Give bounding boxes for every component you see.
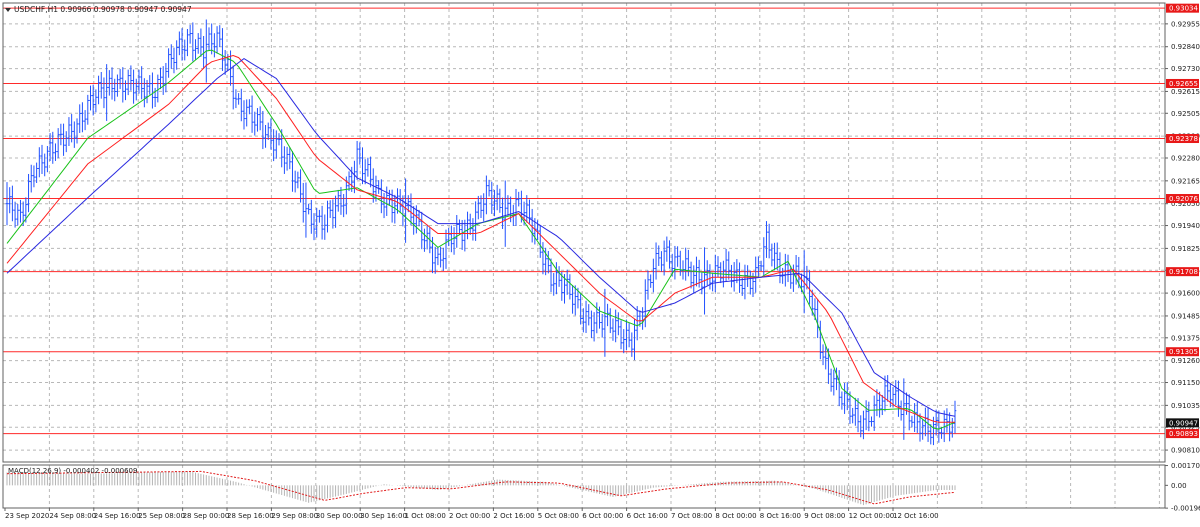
x-tick-label: 29 Sep 08:00 — [271, 512, 318, 520]
level-label: 0.91305 — [1169, 348, 1198, 356]
macd-title: MACD(12,26,9) -0.000402 -0.000609 — [8, 467, 137, 475]
x-tick-label: 30 Sep 00:00 — [316, 512, 363, 520]
y-tick-label: 0.91940 — [1171, 222, 1200, 230]
price-chart[interactable]: 23 Sep 2020 24 Sep 08:0024 Sep 16:0025 Se… — [0, 0, 1200, 523]
y-tick-label: 0.91375 — [1171, 334, 1200, 342]
x-tick-label: 28 Sep 00:00 — [183, 512, 230, 520]
x-tick-label: 23 Sep 2020 — [5, 512, 49, 520]
y-tick-label: 0.90810 — [1171, 447, 1200, 455]
y-tick-label: 0.92165 — [1171, 177, 1200, 185]
macd-y-tick-label: 0.001704 — [1171, 462, 1200, 470]
level-label: 0.92655 — [1169, 80, 1198, 88]
symbol-info: USDCHF,H1 0.90966 0.90978 0.90947 0.9094… — [14, 5, 192, 14]
y-tick-label: 0.92615 — [1171, 88, 1200, 96]
x-tick-label: 8 Oct 16:00 — [760, 512, 801, 520]
level-label: 0.91708 — [1169, 268, 1198, 276]
current-price-label: 0.90947 — [1169, 419, 1198, 427]
y-tick-label: 0.92955 — [1171, 20, 1200, 28]
x-tick-label: 28 Sep 16:00 — [227, 512, 274, 520]
x-tick-label: 25 Sep 08:00 — [138, 512, 185, 520]
symbol-header: USDCHF,H1 0.90966 0.90978 0.90947 0.9094… — [5, 5, 192, 14]
level-label: 0.90893 — [1169, 430, 1198, 438]
x-tick-label: 24 Sep 16:00 — [94, 512, 141, 520]
x-tick-label: 5 Oct 08:00 — [538, 512, 579, 520]
x-tick-label: 1 Oct 08:00 — [405, 512, 446, 520]
y-tick-label: 0.91485 — [1171, 312, 1200, 320]
x-tick-label: 7 Oct 08:00 — [671, 512, 712, 520]
y-tick-label: 0.92280 — [1171, 154, 1200, 162]
x-tick-label: 8 Oct 00:00 — [715, 512, 756, 520]
macd-y-tick-label: 0.00 — [1171, 482, 1187, 490]
x-tick-label: 24 Sep 08:00 — [49, 512, 96, 520]
x-tick-label: 9 Oct 08:00 — [804, 512, 845, 520]
x-tick-label: 6 Oct 00:00 — [582, 512, 623, 520]
y-tick-label: 0.92505 — [1171, 110, 1200, 118]
level-label: 0.93034 — [1169, 5, 1198, 13]
x-tick-label: 6 Oct 16:00 — [627, 512, 668, 520]
chart-window[interactable]: 23 Sep 2020 24 Sep 08:00 24 Sep 16:00 25 Se… — [0, 0, 1200, 523]
chart-background — [0, 0, 1200, 523]
level-label: 0.92076 — [1169, 195, 1198, 203]
x-tick-label: 2 Oct 00:00 — [449, 512, 490, 520]
y-tick-label: 0.91825 — [1171, 245, 1200, 253]
y-tick-label: 0.91260 — [1171, 357, 1200, 365]
y-tick-label: 0.91035 — [1171, 402, 1200, 410]
x-tick-label: 2 Oct 16:00 — [493, 512, 534, 520]
x-tick-label: 12 Oct 16:00 — [893, 512, 939, 520]
y-tick-label: 0.91150 — [1171, 379, 1200, 387]
y-tick-label: 0.91600 — [1171, 290, 1200, 298]
macd-y-tick-label: -0.001961 — [1171, 505, 1200, 513]
y-tick-label: 0.92730 — [1171, 65, 1200, 73]
level-label: 0.92378 — [1169, 135, 1198, 143]
y-tick-label: 0.92840 — [1171, 43, 1200, 51]
x-tick-label: 12 Oct 00:00 — [849, 512, 895, 520]
x-tick-label: 30 Sep 16:00 — [360, 512, 407, 520]
